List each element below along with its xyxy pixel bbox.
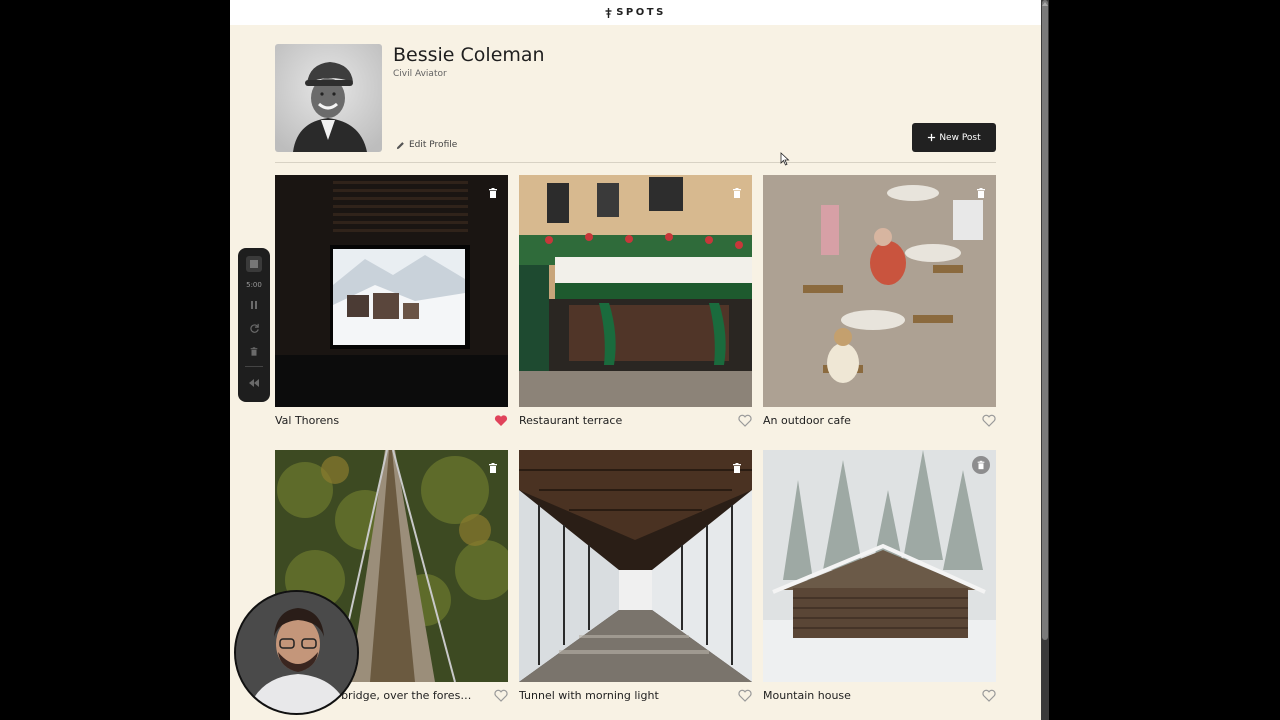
discard-button[interactable] <box>247 344 261 358</box>
card[interactable]: Mountain house <box>763 450 996 708</box>
card-title: Tunnel with morning light <box>519 688 659 702</box>
delete-icon[interactable] <box>972 456 990 474</box>
edit-profile-button[interactable]: Edit Profile <box>396 140 457 150</box>
card-image[interactable] <box>763 175 996 407</box>
brand-name: SPOTS <box>616 7 666 18</box>
header: SPOTS <box>230 0 1041 25</box>
card-photo <box>763 450 996 682</box>
webcam-bubble[interactable] <box>234 590 359 715</box>
trash-icon <box>489 188 497 198</box>
card-image[interactable] <box>763 450 996 682</box>
scrollbar[interactable] <box>1041 0 1049 720</box>
edit-profile-label: Edit Profile <box>409 140 458 150</box>
card-image[interactable] <box>275 175 508 407</box>
trash-icon <box>733 463 741 473</box>
stop-icon <box>250 260 258 268</box>
mouse-cursor-icon <box>780 152 790 166</box>
profile-divider <box>275 162 996 163</box>
heart-outline-icon[interactable] <box>738 414 752 427</box>
delete-icon[interactable] <box>731 184 743 198</box>
heart-outline-icon[interactable] <box>982 414 996 427</box>
card-photo <box>519 175 752 407</box>
toolbar-divider <box>245 366 263 367</box>
card-title: Val Thorens <box>275 413 340 427</box>
card-image[interactable] <box>519 175 752 407</box>
heart-filled-icon[interactable] <box>494 414 508 427</box>
collapse-button[interactable] <box>247 376 261 390</box>
recording-toolbar: 5:00 <box>238 248 270 402</box>
stop-recording-button[interactable] <box>246 256 262 272</box>
profile-name: Bessie Coleman <box>393 44 545 66</box>
webcam-video <box>236 592 357 713</box>
avatar <box>275 44 382 152</box>
spots-logo[interactable]: SPOTS <box>605 7 666 18</box>
trash-icon <box>250 346 258 356</box>
pause-button[interactable] <box>247 298 261 312</box>
page-viewport: SPOTS Bessie Coleman Civil Aviator Edit … <box>230 0 1041 720</box>
trash-icon <box>977 188 985 198</box>
card[interactable]: An outdoor cafe <box>763 175 996 433</box>
delete-icon[interactable] <box>731 459 743 473</box>
card-title: Mountain house <box>763 688 851 702</box>
pencil-icon <box>396 141 404 149</box>
heart-outline-icon[interactable] <box>982 689 996 702</box>
pause-icon <box>251 301 257 309</box>
card-photo <box>275 175 508 407</box>
scroll-up-arrow-icon[interactable] <box>1042 2 1048 6</box>
delete-icon[interactable] <box>487 459 499 473</box>
avatar-photo <box>275 44 382 152</box>
scrollbar-thumb[interactable] <box>1042 0 1048 640</box>
delete-icon[interactable] <box>487 184 499 198</box>
new-post-label: New Post <box>939 132 981 143</box>
card-image[interactable] <box>519 450 752 682</box>
rewind-icon <box>249 379 259 387</box>
plus-icon <box>928 133 936 142</box>
card-photo <box>519 450 752 682</box>
profile-section: Bessie Coleman Civil Aviator Edit Profil… <box>275 44 996 162</box>
card[interactable]: Restaurant terrace <box>519 175 752 433</box>
card-title: Restaurant terrace <box>519 413 623 427</box>
card[interactable]: Val Thorens <box>275 175 508 433</box>
trash-icon <box>489 463 497 473</box>
logo-mark-icon <box>605 7 612 18</box>
heart-outline-icon[interactable] <box>738 689 752 702</box>
recording-time: 5:00 <box>246 281 262 289</box>
delete-icon[interactable] <box>975 184 987 198</box>
heart-outline-icon[interactable] <box>494 689 508 702</box>
trash-icon <box>977 460 985 470</box>
card-title: An outdoor cafe <box>763 413 851 427</box>
card[interactable]: Tunnel with morning light <box>519 450 752 708</box>
restart-icon <box>249 323 259 333</box>
profile-description: Civil Aviator <box>393 69 447 79</box>
trash-icon <box>733 188 741 198</box>
new-post-button[interactable]: New Post <box>912 123 996 152</box>
restart-button[interactable] <box>247 321 261 335</box>
card-photo <box>763 175 996 407</box>
